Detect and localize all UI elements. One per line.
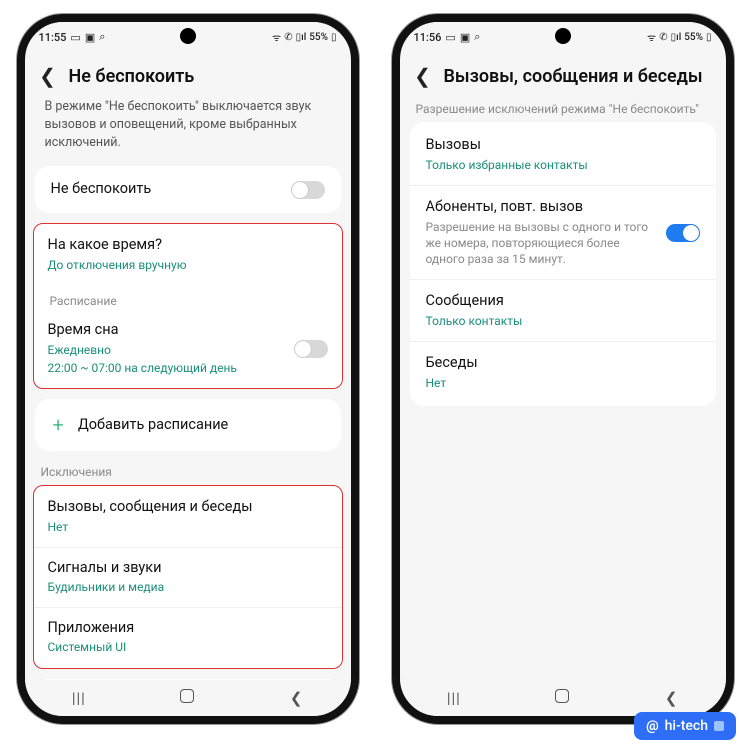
chats-row[interactable]: Беседы Нет <box>410 341 716 403</box>
status-icon-card: ▭ <box>70 31 80 44</box>
nav-recent-button[interactable]: ||| <box>59 689 99 707</box>
signal-icon: ▯ıl <box>671 32 682 43</box>
badge-square-icon <box>714 721 724 731</box>
phone-frame-right: 11:56 ▭ ▣ ⌕ ᯤ ✆ ▯ıl 55% ▯ ❮ Вызовы, сооб… <box>392 14 734 724</box>
nav-home-button[interactable] <box>167 689 207 707</box>
ex2-sub: Будильники и медиа <box>48 579 328 595</box>
status-icon-card: ▭ <box>445 31 455 44</box>
exceptions-settings-card: Вызовы Только избранные контакты Абонент… <box>410 122 716 406</box>
watermark-badge: @ hi-tech <box>634 712 736 740</box>
camera-notch <box>555 28 571 44</box>
status-time: 11:56 <box>414 31 442 44</box>
phone-frame-left: 11:55 ▭ ▣ ⌕ ᯤ ✆ ▯ıl 55% ▯ ❮ Не беспокоит… <box>17 14 359 724</box>
chats-sub: Нет <box>426 375 700 391</box>
duration-sub: До отключения вручную <box>48 257 328 273</box>
nav-back-button[interactable]: ❮ <box>651 689 691 707</box>
screen-content: ❮ Не беспокоить В режиме "Не беспокоить"… <box>25 52 351 680</box>
chats-label: Беседы <box>426 354 700 373</box>
battery-percent: 55% <box>684 32 703 43</box>
page-header: ❮ Вызовы, сообщения и беседы <box>400 52 726 98</box>
dnd-master-toggle[interactable] <box>291 181 325 199</box>
calls-row[interactable]: Вызовы Только избранные контакты <box>410 124 716 185</box>
page-title: Вызовы, сообщения и беседы <box>444 66 703 87</box>
schedule-highlight-box: На какое время? До отключения вручную Ра… <box>33 223 343 389</box>
ex1-sub: Нет <box>48 519 328 535</box>
nav-bar: ||| ❮ <box>400 680 726 716</box>
add-schedule-row[interactable]: + Добавить расписание <box>35 401 341 449</box>
back-icon[interactable]: ❮ <box>35 64 61 88</box>
sleep-sub1: Ежедневно <box>48 342 284 358</box>
battery-percent: 55% <box>309 32 328 43</box>
status-time: 11:55 <box>39 31 67 44</box>
messages-sub: Только контакты <box>426 313 700 329</box>
battery-icon: ▯ <box>331 32 337 43</box>
page-header: ❮ Не беспокоить <box>25 52 351 98</box>
sleep-toggle[interactable] <box>294 340 328 358</box>
schedule-section-header: Расписание <box>34 284 342 310</box>
repeat-label: Абоненты, повт. вызов <box>426 198 656 217</box>
ex2-label: Сигналы и звуки <box>48 559 328 578</box>
phone-icon: ✆ <box>659 32 667 43</box>
messages-row[interactable]: Сообщения Только контакты <box>410 279 716 341</box>
calls-label: Вызовы <box>426 136 700 155</box>
sleep-sub2: 22:00 ~ 07:00 на следующий день <box>48 360 284 376</box>
ex1-label: Вызовы, сообщения и беседы <box>48 498 328 517</box>
ex3-label: Приложения <box>48 619 328 638</box>
screen-content: ❮ Вызовы, сообщения и беседы Разрешение … <box>400 52 726 680</box>
page-title: Не беспокоить <box>69 66 195 87</box>
signal-icon: ▯ıl <box>296 32 307 43</box>
page-description: В режиме "Не беспокоить" выключается зву… <box>25 98 351 166</box>
sleep-schedule-row[interactable]: Время сна Ежедневно 22:00 ~ 07:00 на сле… <box>34 310 342 387</box>
status-icon-search: ⌕ <box>474 30 480 44</box>
repeat-sub: Разрешение на вызовы с одного и того же … <box>426 219 656 268</box>
wifi-icon: ᯤ <box>272 30 281 44</box>
exceptions-highlight-box: Вызовы, сообщения и беседы Нет Сигналы и… <box>33 485 343 668</box>
plus-icon: + <box>53 415 64 435</box>
dnd-master-label: Не беспокоить <box>51 180 281 199</box>
badge-at: @ <box>646 718 659 734</box>
camera-notch <box>180 28 196 44</box>
exceptions-section-header: Исключения <box>25 461 351 485</box>
add-schedule-label: Добавить расписание <box>78 416 228 435</box>
home-icon <box>180 689 194 703</box>
duration-label: На какое время? <box>48 236 328 255</box>
exception-alarms-row[interactable]: Сигналы и звуки Будильники и медиа <box>34 547 342 607</box>
exceptions-subtitle: Разрешение исключений режима "Не беспоко… <box>400 98 726 122</box>
home-icon <box>555 689 569 703</box>
wifi-icon: ᯤ <box>647 30 656 44</box>
sleep-label: Время сна <box>48 321 284 340</box>
repeat-toggle[interactable] <box>666 224 700 242</box>
status-icon-search: ⌕ <box>99 30 105 44</box>
nav-home-button[interactable] <box>542 689 582 707</box>
dnd-master-card: Не беспокоить <box>35 166 341 213</box>
exception-apps-row[interactable]: Приложения Системный UI <box>34 607 342 667</box>
dnd-master-row[interactable]: Не беспокоить <box>35 168 341 211</box>
badge-text: hi-tech <box>665 718 708 734</box>
calls-sub: Только избранные контакты <box>426 157 700 173</box>
phone-icon: ✆ <box>284 32 292 43</box>
exception-calls-row[interactable]: Вызовы, сообщения и беседы Нет <box>34 487 342 546</box>
status-icon-image: ▣ <box>85 31 95 44</box>
duration-row[interactable]: На какое время? До отключения вручную <box>34 225 342 284</box>
back-icon[interactable]: ❮ <box>410 64 436 88</box>
battery-icon: ▯ <box>706 32 712 43</box>
repeat-callers-row[interactable]: Абоненты, повт. вызов Разрешение на вызо… <box>410 185 716 279</box>
messages-label: Сообщения <box>426 292 700 311</box>
ex3-sub: Системный UI <box>48 639 328 655</box>
nav-bar: ||| ❮ <box>25 680 351 716</box>
nav-recent-button[interactable]: ||| <box>434 689 474 707</box>
status-icon-image: ▣ <box>460 31 470 44</box>
nav-back-button[interactable]: ❮ <box>276 689 316 707</box>
add-schedule-card: + Добавить расписание <box>35 399 341 451</box>
